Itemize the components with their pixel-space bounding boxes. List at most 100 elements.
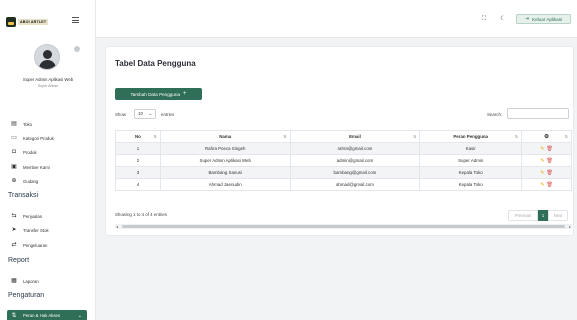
cell-actions: ✎ 🗑 <box>521 142 572 155</box>
col-header-email[interactable]: Email ⇅ <box>289 130 421 143</box>
logo-icon <box>6 16 16 27</box>
cell-peran: Super Admin <box>419 154 523 167</box>
col-header-no[interactable]: No ⇅ <box>115 130 161 143</box>
sidebar-item-produk[interactable]: ◘ Produk <box>0 146 96 158</box>
plus-icon: + <box>183 91 187 97</box>
sidebar-item-gudang[interactable]: ⊕ Gudang <box>0 175 96 187</box>
cell-email: admin@gmail.com <box>289 154 421 167</box>
gear-icon: ⚙ <box>544 133 549 140</box>
trash-icon[interactable]: 🗑 <box>546 146 552 152</box>
logout-label: Keluar Aplikasi <box>532 16 563 22</box>
logout-button[interactable]: ⇥ Keluar Aplikasi <box>516 14 571 24</box>
cell-actions: ✎ 🗑 <box>521 166 572 179</box>
edit-icon[interactable]: ✎ <box>540 146 544 152</box>
cell-peran: Kasir <box>419 142 523 155</box>
cell-no: 1 <box>115 142 161 155</box>
table-row: 1 Rahra Poeca Singeh rahra@gmail.com Kas… <box>115 142 572 155</box>
sidebar-item-penjualan[interactable]: ⇆ Penjualan <box>0 210 96 222</box>
sidebar-item-label: Laporan <box>23 278 39 284</box>
cell-no: 4 <box>115 178 161 191</box>
sidebar-item-pengeluaran[interactable]: ⇄ Pengeluaran <box>0 239 96 251</box>
show-label: Show <box>115 112 126 117</box>
cell-no: 2 <box>115 154 161 167</box>
menu-toggle-icon[interactable] <box>72 17 79 23</box>
scrollbar-thumb[interactable] <box>122 225 565 228</box>
sort-icon: ⇅ <box>514 134 519 139</box>
user-profile: Super Admin Aplikasi Web Super Admin <box>0 38 96 104</box>
fullscreen-icon[interactable]: ⛶ <box>481 16 487 22</box>
sort-icon: ⇅ <box>153 134 157 139</box>
sidebar-item-member-kami[interactable]: ▣ Member Kami <box>0 161 96 173</box>
folder-icon: ▭ <box>11 135 17 141</box>
user-table-card: Tabel Data Pengguna Tambah Data Pengguna… <box>105 46 574 236</box>
cell-peran: Kepala Toko <box>419 178 523 191</box>
section-report: Report <box>8 257 30 264</box>
scroll-right-icon[interactable]: ▸ <box>569 224 571 229</box>
table-header-row: No ⇅ Nama ⇅ Email ⇅ Peran Pengguna ⇅ ⚙ ⇅ <box>115 130 572 143</box>
avatar <box>34 44 60 70</box>
edit-icon[interactable]: ✎ <box>540 158 544 164</box>
chevron-down-icon: ⌄ <box>77 312 82 319</box>
cell-nama: Ahmad Jaenudin <box>159 178 291 191</box>
entries-select[interactable]: 10 ⌄ <box>134 109 156 119</box>
table-row: 2 Super Admin Aplikasi Web admin@gmail.c… <box>115 154 572 167</box>
entries-value: 10 <box>138 111 143 116</box>
table-row: 4 Ahmad Jaenudin ahmad@gmail.com Kepala … <box>115 178 572 191</box>
search-label: Search: <box>487 112 503 117</box>
section-transaksi: Transaksi <box>8 192 39 199</box>
cell-actions: ✎ 🗑 <box>521 154 572 167</box>
box-icon: ◘ <box>12 149 16 155</box>
cell-nama: Super Admin Aplikasi Web <box>159 154 291 167</box>
horizontal-scrollbar[interactable]: ◂ ▸ <box>115 224 572 229</box>
entries-label: entries <box>161 112 175 117</box>
col-header-nama[interactable]: Nama ⇅ <box>159 130 291 143</box>
trash-icon[interactable]: 🗑 <box>546 170 552 176</box>
section-pengaturan: Pengaturan <box>8 292 45 299</box>
cell-actions: ✎ 🗑 <box>521 178 572 191</box>
outflow-icon: ⇄ <box>11 242 17 248</box>
add-user-button[interactable]: Tambah Data Pengguna + <box>115 88 202 100</box>
dark-mode-icon[interactable]: ☾ <box>500 16 506 22</box>
topbar: ⛶ ☾ ⇥ Keluar Aplikasi <box>96 0 577 38</box>
sort-icon: ⇅ <box>283 134 287 139</box>
cell-nama: Bambang Sanusi <box>159 166 291 179</box>
cell-peran: Kepala Toko <box>419 166 523 179</box>
add-user-label: Tambah Data Pengguna <box>130 91 181 97</box>
edit-icon[interactable]: ✎ <box>540 170 544 176</box>
profile-settings-icon[interactable] <box>74 46 80 52</box>
sidebar-item-label: Produk <box>23 149 37 155</box>
edit-icon[interactable]: ✎ <box>540 182 544 188</box>
pagination: Previous 1 Next <box>508 210 568 221</box>
users-table: No ⇅ Nama ⇅ Email ⇅ Peran Pengguna ⇅ ⚙ ⇅ 1 Ra… <box>115 130 572 191</box>
exchange-icon: ⇆ <box>11 213 17 219</box>
cell-nama: Rahra Poeca Singeh <box>159 142 291 155</box>
pagination-next[interactable]: Next <box>548 210 568 221</box>
sidebar: ABOI ARTLET Super Admin Aplikasi Web Sup… <box>0 0 96 320</box>
col-header-peran[interactable]: Peran Pengguna ⇅ <box>419 130 523 143</box>
sidebar-item-toko[interactable]: ▤ Toko <box>0 118 96 130</box>
cell-email: bambang@gmail.com <box>289 166 421 179</box>
scroll-left-icon[interactable]: ◂ <box>116 224 118 229</box>
page-title: Tabel Data Pengguna <box>115 59 196 68</box>
sidebar-item-label: Gudang <box>23 178 39 184</box>
sidebar-item-kategori-produk[interactable]: ▭ Kategori Produk <box>0 132 96 144</box>
col-header-aksi: ⚙ ⇅ <box>521 130 572 143</box>
app-logo[interactable]: ABOI ARTLET <box>6 16 56 27</box>
sidebar-item-transfer-stok[interactable]: ➤ Transfer Stok <box>0 224 96 236</box>
sidebar-item-laporan[interactable]: ▦ Laporan <box>0 275 96 287</box>
sidebar-item-label: Member Kami <box>23 164 50 170</box>
search-input[interactable] <box>507 108 569 119</box>
sidebar-item-label: Toko <box>23 121 33 127</box>
roles-icon: ⇅ <box>11 312 17 319</box>
chevron-down-icon: ⌄ <box>148 111 152 116</box>
profile-role: Super Admin <box>37 84 59 88</box>
trash-icon[interactable]: 🗑 <box>546 158 552 164</box>
sidebar-item-peran-hak-akses[interactable]: ⇅ Peran & Hak Akses ⌄ <box>7 310 87 320</box>
sort-icon: ⇅ <box>564 134 568 139</box>
sort-icon: ⇅ <box>412 134 417 139</box>
pagination-previous[interactable]: Previous <box>508 210 538 221</box>
cell-email: ahmad@gmail.com <box>289 178 421 191</box>
trash-icon[interactable]: 🗑 <box>546 182 552 188</box>
pagination-page-1[interactable]: 1 <box>538 210 548 221</box>
sidebar-item-label: Transfer Stok <box>23 227 49 233</box>
